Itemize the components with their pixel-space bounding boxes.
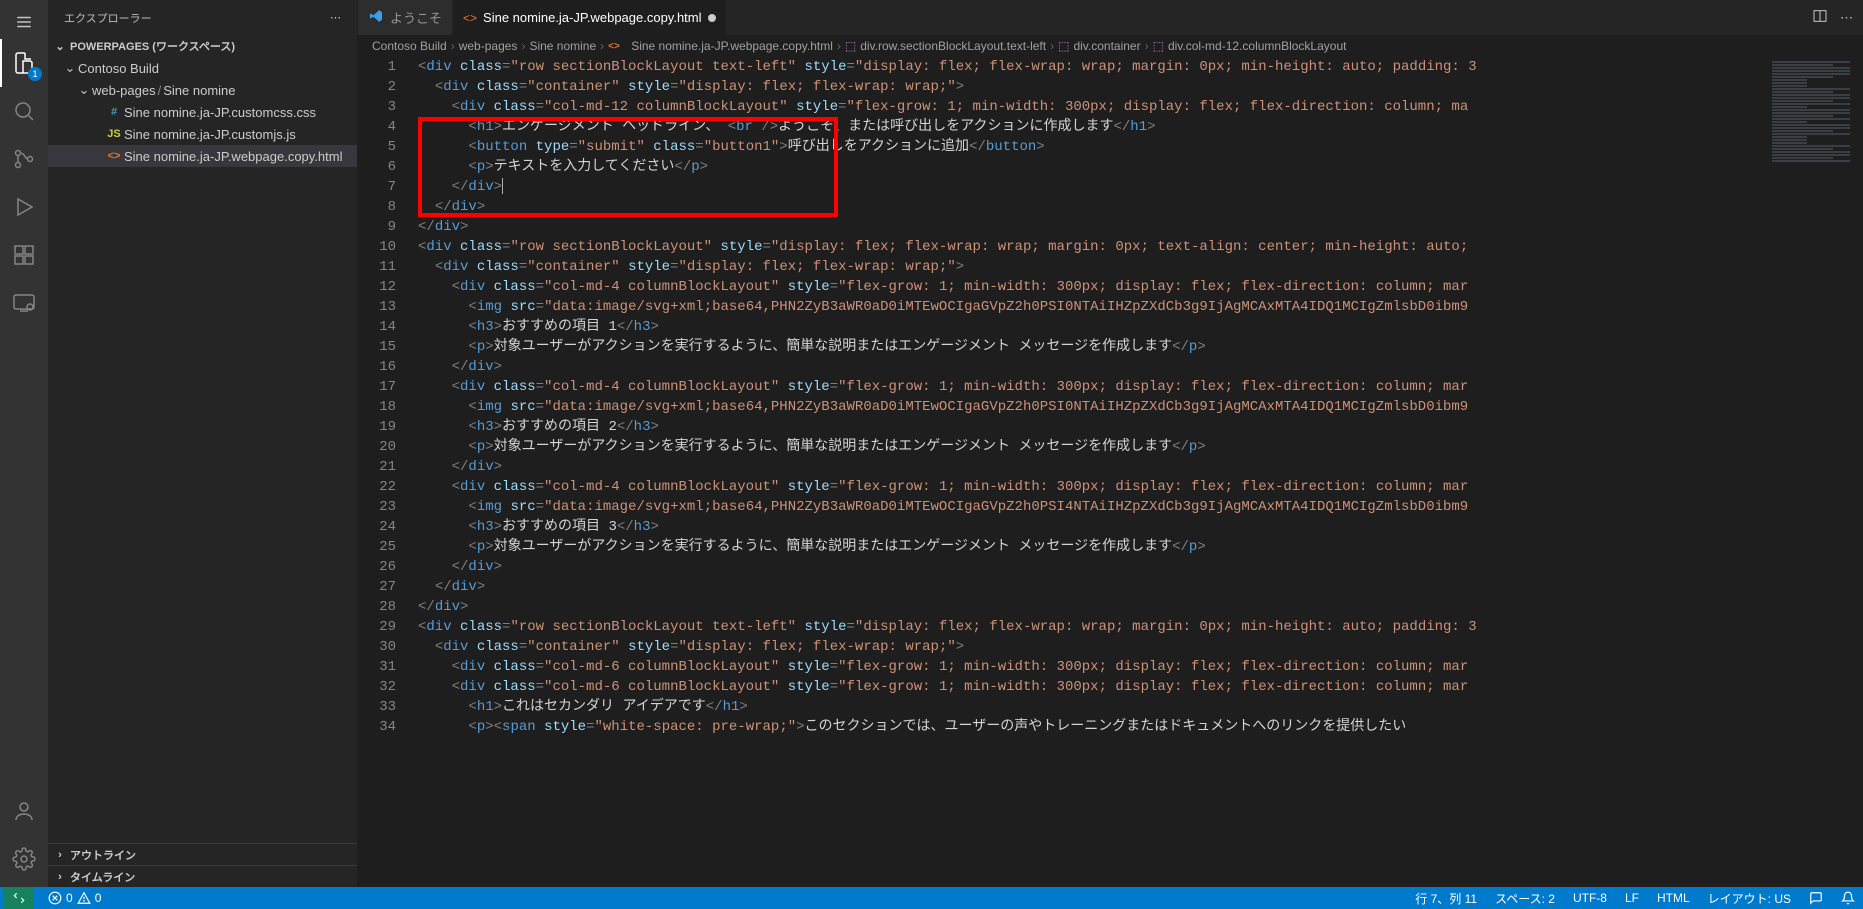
code-editor[interactable]: 12345678910 11121314151617181920 2122232…: [358, 57, 1863, 887]
chevron-down-icon: ⌄: [76, 82, 92, 98]
breadcrumb-item[interactable]: Sine nomine: [529, 39, 596, 53]
indentation-status[interactable]: スペース: 2: [1491, 890, 1559, 907]
timeline-section-header[interactable]: › タイムライン: [48, 865, 357, 887]
outline-label: アウトライン: [70, 847, 136, 863]
workspace-label: POWERPAGES (ワークスペース): [70, 38, 235, 54]
editor-area: ようこそ <> Sine nomine.ja-JP.webpage.copy.h…: [358, 0, 1863, 887]
folder-contoso-build[interactable]: ⌄ Contoso Build: [48, 57, 357, 79]
file-webpage-copy-html[interactable]: <> Sine nomine.ja-JP.webpage.copy.html: [48, 145, 357, 167]
css-file-icon: #: [104, 106, 124, 118]
problems-status[interactable]: 0 0: [44, 891, 105, 905]
encoding-status[interactable]: UTF-8: [1569, 891, 1611, 905]
folder-web-pages[interactable]: ⌄ web-pages / Sine nomine: [48, 79, 357, 101]
breadcrumb-item[interactable]: Contoso Build: [372, 39, 447, 53]
status-bar: 0 0 行 7、列 11 スペース: 2 UTF-8 LF HTML レイアウト…: [0, 887, 1863, 909]
file-label: Sine nomine.ja-JP.customjs.js: [124, 127, 296, 142]
html-file-icon: <>: [104, 150, 124, 162]
vscode-icon: [368, 8, 384, 27]
tab-webpage-html[interactable]: <> Sine nomine.ja-JP.webpage.copy.html: [453, 0, 727, 35]
workspace-section-header[interactable]: ⌄ POWERPAGES (ワークスペース): [48, 35, 357, 57]
folder-label: Contoso Build: [78, 61, 159, 76]
chevron-down-icon: ⌄: [62, 60, 78, 76]
dirty-indicator-icon: [708, 14, 716, 22]
tab-label: ようこそ: [390, 8, 442, 27]
html-file-icon: <>: [463, 11, 477, 25]
path-sep: /: [158, 83, 162, 98]
warning-count: 0: [95, 891, 102, 905]
line-number-gutter: 12345678910 11121314151617181920 2122232…: [358, 57, 414, 887]
extensions-icon[interactable]: [0, 231, 48, 279]
timeline-label: タイムライン: [70, 869, 135, 885]
layout-status[interactable]: レイアウト: US: [1704, 890, 1795, 907]
breadcrumb-item[interactable]: ⬚div.col-md-12.columnBlockLayout: [1153, 39, 1347, 53]
search-icon[interactable]: [0, 87, 48, 135]
accounts-icon[interactable]: [0, 787, 48, 835]
menu-button[interactable]: [0, 4, 48, 39]
file-label: Sine nomine.ja-JP.customcss.css: [124, 105, 316, 120]
breadcrumb-item[interactable]: <> Sine nomine.ja-JP.webpage.copy.html: [608, 39, 833, 53]
feedback-icon[interactable]: [1805, 891, 1827, 905]
notifications-icon[interactable]: [1837, 891, 1859, 905]
minimap[interactable]: [1768, 57, 1863, 887]
chevron-down-icon: ⌄: [52, 40, 68, 53]
settings-gear-icon[interactable]: [0, 835, 48, 883]
sidebar-more-icon[interactable]: ⋯: [330, 11, 341, 24]
remote-indicator[interactable]: [4, 887, 34, 909]
source-control-icon[interactable]: [0, 135, 48, 183]
sidebar-title: エクスプローラー: [64, 10, 152, 26]
explorer-badge: 1: [28, 67, 42, 81]
breadcrumb-item[interactable]: ⬚div.row.sectionBlockLayout.text-left: [845, 39, 1046, 53]
tab-welcome[interactable]: ようこそ: [358, 0, 453, 35]
js-file-icon: JS: [104, 128, 124, 140]
file-label: Sine nomine.ja-JP.webpage.copy.html: [124, 149, 342, 164]
explorer-icon[interactable]: 1: [0, 39, 48, 87]
more-actions-icon[interactable]: ⋯: [1840, 10, 1853, 26]
eol-status[interactable]: LF: [1621, 891, 1643, 905]
folder-label: Sine nomine: [163, 83, 235, 98]
breadcrumb-item[interactable]: ⬚div.container: [1058, 39, 1141, 53]
activity-bar: 1: [0, 0, 48, 887]
outline-section-header[interactable]: › アウトライン: [48, 843, 357, 865]
split-editor-icon[interactable]: [1812, 8, 1828, 27]
code-content[interactable]: <div class="row sectionBlockLayout text-…: [414, 57, 1768, 887]
run-debug-icon[interactable]: [0, 183, 48, 231]
language-mode[interactable]: HTML: [1653, 891, 1694, 905]
chevron-right-icon: ›: [52, 871, 68, 883]
breadcrumb-item[interactable]: web-pages: [459, 39, 518, 53]
sidebar: エクスプローラー ⋯ ⌄ POWERPAGES (ワークスペース) ⌄ Cont…: [48, 0, 358, 887]
file-customcss[interactable]: # Sine nomine.ja-JP.customcss.css: [48, 101, 357, 123]
error-count: 0: [66, 891, 73, 905]
breadcrumb[interactable]: Contoso Build› web-pages› Sine nomine› <…: [358, 35, 1863, 57]
chevron-right-icon: ›: [52, 849, 68, 861]
remote-explorer-icon[interactable]: [0, 279, 48, 327]
tab-bar: ようこそ <> Sine nomine.ja-JP.webpage.copy.h…: [358, 0, 1863, 35]
cursor-position[interactable]: 行 7、列 11: [1411, 890, 1481, 907]
folder-label: web-pages: [92, 83, 156, 98]
file-customjs[interactable]: JS Sine nomine.ja-JP.customjs.js: [48, 123, 357, 145]
tab-label: Sine nomine.ja-JP.webpage.copy.html: [483, 10, 701, 25]
